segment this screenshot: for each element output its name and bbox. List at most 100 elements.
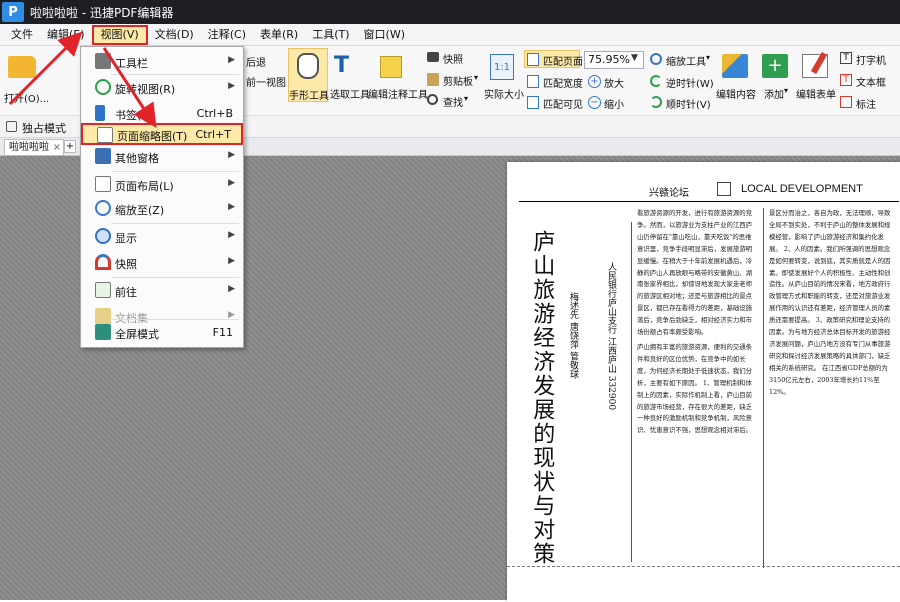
tab-document[interactable]: 啦啦啦啦 × — [4, 139, 64, 156]
find-icon — [427, 94, 438, 105]
menu-item-snapshot[interactable]: 快照 ▶ — [81, 251, 243, 275]
menu-item-go-to[interactable]: 前往 ▶ — [81, 279, 243, 303]
menu-form[interactable]: 表单(R) — [253, 25, 305, 45]
new-tab-icon[interactable]: + — [64, 140, 76, 153]
edit-annotation-label: 编辑注释工具 — [368, 90, 428, 101]
tab-document-label: 啦啦啦啦 — [9, 142, 49, 153]
article-affiliation: 人民银行庐山支行 江西庐山 332900 — [606, 262, 616, 411]
actual-size-button[interactable]: 1:1 实际大小 — [482, 48, 524, 102]
menu-bar: 文件 编辑(E) 视图(V) 文档(D) 注释(C) 表单(R) 工具(T) 窗… — [0, 24, 900, 46]
clipboard-arrow-icon: ▾ — [474, 73, 479, 82]
article-column-1: 看旅游资源的开发，进行有旅游资源的竞争。然而，以旅游业为支柱产业的江西庐山仍停留… — [637, 209, 753, 337]
fit-width-icon — [527, 75, 539, 88]
submenu-arrow-icon: ▶ — [228, 55, 235, 65]
add-image-icon: + — [762, 54, 788, 78]
submenu-arrow-icon: ▶ — [228, 230, 235, 240]
menu-item-label: 其他窗格 — [115, 152, 159, 165]
menu-item-fullscreen[interactable]: 全屏模式 F11 — [81, 321, 243, 345]
menu-file[interactable]: 文件 — [4, 25, 40, 45]
back-label[interactable]: 后退 — [246, 54, 266, 69]
edit-annotation-button[interactable]: 编辑注释工具 — [368, 48, 428, 102]
article-title: 庐山旅游经济发展的现状与对策 — [529, 230, 555, 566]
menu-item-label: 快照 — [115, 258, 137, 271]
window-title: 啦啦啦啦 - 迅捷PDF编辑器 — [30, 5, 174, 20]
zoom-dropdown-icon[interactable]: ▼ — [631, 53, 638, 63]
menu-item-zoom-to[interactable]: 缩放至(Z) ▶ — [81, 197, 243, 221]
title-bar: P 啦啦啦啦 - 迅捷PDF编辑器 — [0, 0, 900, 24]
menu-view[interactable]: 视图(V) — [91, 24, 148, 45]
go-to-icon — [95, 282, 111, 298]
menu-item-rotate-view[interactable]: 旋转视图(R) ▶ — [81, 76, 243, 100]
rotate-ccw-icon — [650, 75, 662, 87]
menu-item-other-panes[interactable]: 其他窗格 ▶ — [81, 145, 243, 169]
annotate-button[interactable]: 标注 — [856, 96, 876, 111]
menu-separator — [111, 319, 239, 320]
submenu-arrow-icon: ▶ — [228, 202, 235, 212]
add-button[interactable]: + 添加 ▾ — [760, 48, 792, 102]
menu-window[interactable]: 窗口(W) — [357, 25, 412, 45]
rotate-cw-button[interactable]: 顺时针(V) — [666, 96, 711, 111]
camera-icon — [427, 52, 439, 62]
submenu-arrow-icon: ▶ — [228, 150, 235, 160]
solo-mode-icon — [6, 121, 17, 132]
snapshot-button[interactable]: 快照 — [443, 51, 463, 66]
header-emblem-icon — [717, 182, 731, 196]
menu-separator — [111, 223, 239, 224]
fit-visible-icon — [527, 96, 539, 109]
menu-comment[interactable]: 注释(C) — [201, 25, 253, 45]
edit-content-button[interactable]: 编辑内容 — [716, 48, 756, 102]
menu-item-label: 页面缩略图(T) — [117, 130, 188, 143]
typewriter-icon: T — [840, 52, 852, 64]
menu-item-page-thumbnails[interactable]: 页面缩略图(T) Ctrl+T — [81, 123, 243, 145]
rotate-ccw-button[interactable]: 逆时针(W) — [666, 75, 714, 90]
menu-item-display[interactable]: 显示 ▶ — [81, 225, 243, 249]
menu-item-page-layout[interactable]: 页面布局(L) ▶ — [81, 173, 243, 197]
textbox-button[interactable]: 文本框 — [856, 74, 886, 89]
menu-document[interactable]: 文档(D) — [148, 25, 201, 45]
column-divider — [631, 222, 632, 562]
prev-view-label[interactable]: 前一视图 — [246, 74, 286, 89]
zoom-in-button[interactable]: 放大 — [604, 75, 624, 90]
hand-tool-button[interactable]: 手形工具 — [288, 48, 329, 102]
fit-width-button[interactable]: 匹配宽度 — [543, 75, 583, 90]
view-menu-dropdown: 工具栏 ▶ 旋转视图(R) ▶ 书签(B) Ctrl+B 页面缩略图(T) Ct… — [80, 46, 244, 348]
submenu-arrow-icon: ▶ — [228, 256, 235, 266]
menu-separator — [111, 277, 239, 278]
menu-edit[interactable]: 编辑(E) — [40, 25, 92, 45]
zoom-tool-icon — [650, 53, 662, 65]
header-section-cn: 兴赣论坛 — [649, 188, 689, 199]
open-button[interactable]: 打开(O)... — [4, 50, 49, 106]
clipboard-icon — [427, 73, 439, 86]
menu-item-toolbar[interactable]: 工具栏 ▶ — [81, 50, 243, 74]
pdf-page[interactable]: 兴赣论坛 LOCAL DEVELOPMENT 庐山旅游经济发展的现状与对策 梅述… — [507, 162, 900, 602]
find-button[interactable]: 查找 — [443, 94, 463, 109]
panes-icon — [95, 148, 111, 164]
page-divider — [507, 566, 900, 569]
tab-close-icon[interactable]: × — [53, 140, 61, 155]
textbox-icon: T — [840, 74, 852, 86]
menu-tools[interactable]: 工具(T) — [305, 25, 356, 45]
zoom-out-button[interactable]: 缩小 — [604, 96, 624, 111]
zoom-tool-arrow-icon: ▾ — [706, 53, 711, 62]
toolbar-icon — [95, 53, 111, 69]
hand-icon — [297, 53, 319, 79]
fit-visible-button[interactable]: 匹配可见 — [543, 96, 583, 111]
submenu-arrow-icon: ▶ — [228, 81, 235, 91]
edit-form-button[interactable]: 编辑表单 — [796, 48, 836, 102]
fit-page-label: 匹配页面 — [543, 57, 583, 68]
select-tool-button[interactable]: T 选取工具 — [330, 48, 370, 102]
clipboard-button[interactable]: 剪贴板 — [443, 73, 473, 88]
fit-page-icon — [527, 53, 539, 66]
typewriter-button[interactable]: 打字机 — [856, 52, 886, 67]
text-select-icon: T — [334, 53, 350, 78]
article-authors: 梅述先 唐饶萍 管敬球 — [568, 292, 578, 379]
zoom-tool-button[interactable]: 缩放工具 — [666, 53, 706, 68]
article-column-2: 庐山拥有丰富的旅游资源，便利的交通条件和良好的区位优势，在竞争中的如长度，为何经… — [637, 343, 753, 435]
header-section-en: LOCAL DEVELOPMENT — [741, 183, 863, 195]
menu-item-label: 前往 — [115, 286, 137, 299]
magnet-icon — [95, 254, 111, 270]
solo-mode-button[interactable]: 独占模式 — [22, 120, 66, 136]
page-layout-icon — [95, 176, 111, 192]
menu-item-label: 显示 — [115, 232, 137, 245]
menu-item-shortcut: Ctrl+T — [195, 128, 231, 141]
